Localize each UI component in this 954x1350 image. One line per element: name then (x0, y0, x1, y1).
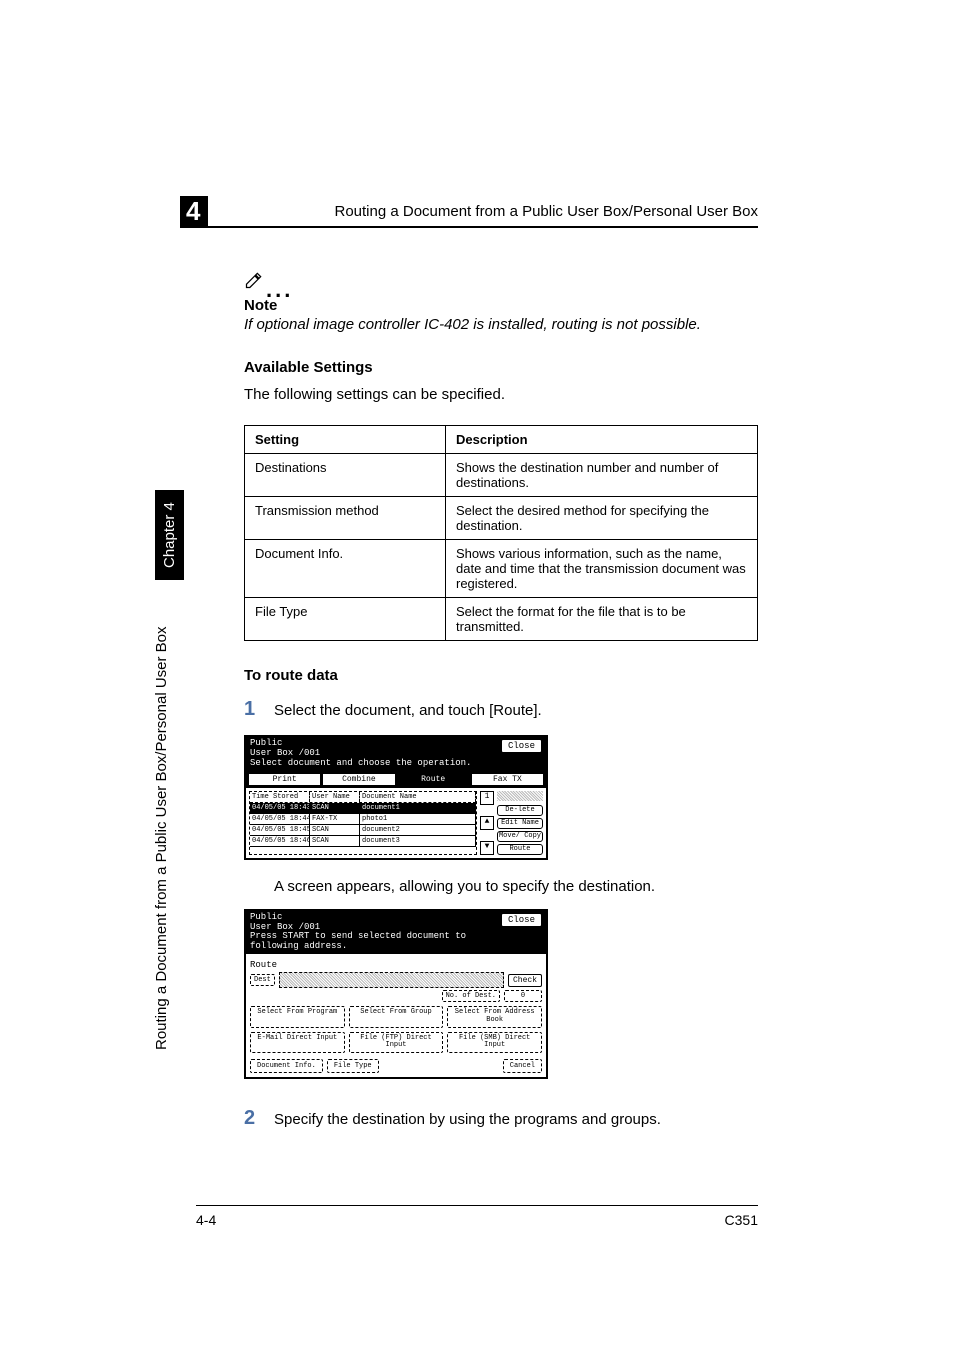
scrollbar[interactable]: 1 ▲ ▼ (480, 791, 494, 855)
step-text: Specify the destination by using the pro… (274, 1111, 661, 1128)
available-settings-intro: The following settings can be specified. (244, 386, 758, 403)
col-doc: Document Name (360, 792, 476, 802)
step-number: 1 (244, 698, 274, 721)
col-time: Time Stored (250, 792, 310, 802)
pencil-icon (244, 270, 264, 295)
cell-time: 04/05/05 18:45 (250, 825, 310, 835)
list-item[interactable]: 04/05/05 18:46 SCAN document3 (250, 836, 476, 847)
route-button[interactable]: Route (497, 844, 543, 855)
model-number: C351 (725, 1212, 758, 1228)
table-row: File Type Select the format for the file… (245, 598, 758, 641)
scr1-title1: Public (250, 738, 282, 748)
sidebar-chapter: Chapter 4 (155, 490, 184, 580)
cell-setting: Transmission method (245, 497, 446, 540)
note-body: If optional image controller IC-402 is i… (244, 316, 758, 333)
table-row: Destinations Shows the destination numbe… (245, 454, 758, 497)
scr1-title2: User Box /001 (250, 748, 320, 758)
col-user: User Name (310, 792, 360, 802)
step-text: Select the document, and touch [Route]. (274, 702, 542, 719)
arrow-down-icon[interactable]: ▼ (480, 841, 494, 855)
tab-fax[interactable]: Fax TX (471, 773, 544, 786)
close-button[interactable]: Close (501, 913, 542, 927)
screen-userbox: Public User Box /001 Select document and… (244, 735, 548, 860)
scr2-subtitle: Press START to send selected document to… (250, 931, 466, 951)
scroll-count: 1 (480, 791, 494, 805)
header-rule (180, 226, 758, 228)
route-label: Route (250, 960, 542, 970)
settings-table: Setting Description Destinations Shows t… (244, 425, 758, 641)
step-1: 1 Select the document, and touch [Route]… (244, 698, 758, 721)
dest-field (279, 972, 504, 988)
available-settings-heading: Available Settings (244, 359, 758, 376)
cell-doc: document2 (360, 825, 476, 835)
cell-description: Select the format for the file that is t… (446, 598, 758, 641)
list-item[interactable]: 04/05/05 18:45 SCAN document2 (250, 825, 476, 836)
tab-print[interactable]: Print (248, 773, 321, 786)
select-from-program-button[interactable]: Select From Program (250, 1006, 345, 1027)
cell-setting: Destinations (245, 454, 446, 497)
select-from-group-button[interactable]: Select From Group (349, 1006, 444, 1027)
cell-user: SCAN (310, 836, 360, 846)
step-number: 2 (244, 1107, 274, 1130)
file-type-button[interactable]: File Type (327, 1059, 379, 1073)
scr1-subtitle: Select document and choose the operation… (250, 758, 471, 768)
note-block: ... Note If optional image controller IC… (244, 270, 758, 333)
cancel-button[interactable]: Cancel (503, 1059, 542, 1073)
th-description: Description (446, 426, 758, 454)
list-item[interactable]: 04/05/05 18:44 FAX-TX photo1 (250, 814, 476, 825)
scr2-title2: User Box /001 (250, 922, 320, 932)
smb-direct-input-button[interactable]: File (SMB) Direct Input (447, 1032, 542, 1053)
cell-user: SCAN (310, 803, 360, 813)
running-title: Routing a Document from a Public User Bo… (334, 203, 758, 220)
cell-user: SCAN (310, 825, 360, 835)
cell-user: FAX-TX (310, 814, 360, 824)
scr2-title1: Public (250, 912, 282, 922)
section-number: 4 (180, 196, 208, 226)
cell-setting: File Type (245, 598, 446, 641)
cell-description: Shows the destination number and number … (446, 454, 758, 497)
select-from-address-book-button[interactable]: Select From Address Book (447, 1006, 542, 1027)
cell-doc: document3 (360, 836, 476, 846)
close-button[interactable]: Close (501, 739, 542, 753)
decor-strip (497, 791, 543, 801)
edit-name-button[interactable]: Edit Name (497, 818, 543, 829)
step1-caption: A screen appears, allowing you to specif… (274, 878, 758, 895)
tab-combine[interactable]: Combine (322, 773, 395, 786)
screen-route: Public User Box /001 Press START to send… (244, 909, 548, 1079)
cell-description: Shows various information, such as the n… (446, 540, 758, 598)
no-of-dest-label: No. of Dest. (442, 990, 500, 1002)
arrow-up-icon[interactable]: ▲ (480, 816, 494, 830)
dest-label: Dest (250, 974, 275, 986)
cell-doc: document1 (360, 803, 476, 813)
delete-button[interactable]: De-lete (497, 805, 543, 816)
th-setting: Setting (245, 426, 446, 454)
cell-time: 04/05/05 18:46 (250, 836, 310, 846)
cell-time: 04/05/05 18:43 (250, 803, 310, 813)
procedure-heading: To route data (244, 667, 758, 684)
document-info-button[interactable]: Document Info. (250, 1059, 323, 1073)
cell-description: Select the desired method for specifying… (446, 497, 758, 540)
note-label: Note (244, 297, 758, 314)
cell-doc: photo1 (360, 814, 476, 824)
check-button[interactable]: Check (508, 974, 542, 987)
ftp-direct-input-button[interactable]: File (FTP) Direct Input (349, 1032, 444, 1053)
document-list: Time Stored User Name Document Name 04/0… (249, 791, 477, 855)
email-direct-input-button[interactable]: E-Mail Direct Input (250, 1032, 345, 1053)
sidebar-title: Routing a Document from a Public User Bo… (153, 626, 170, 1050)
table-row: Transmission method Select the desired m… (245, 497, 758, 540)
cell-setting: Document Info. (245, 540, 446, 598)
page-number: 4-4 (196, 1212, 216, 1228)
cell-time: 04/05/05 18:44 (250, 814, 310, 824)
step-2: 2 Specify the destination by using the p… (244, 1107, 758, 1130)
no-of-dest-value: 0 (504, 990, 542, 1002)
move-copy-button[interactable]: Move/ Copy (497, 831, 543, 842)
list-item[interactable]: 04/05/05 18:43 SCAN document1 (250, 803, 476, 814)
table-row: Document Info. Shows various information… (245, 540, 758, 598)
tab-route[interactable]: Route (397, 773, 470, 786)
